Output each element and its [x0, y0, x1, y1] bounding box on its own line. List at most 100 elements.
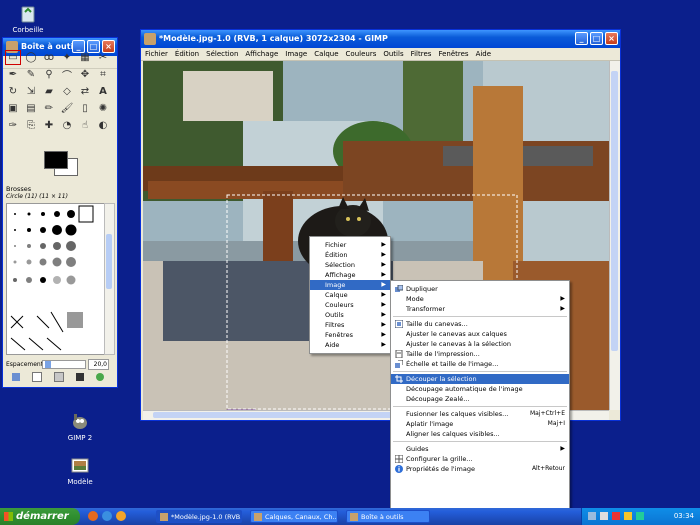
menu-fichier[interactable]: Fichier — [145, 48, 168, 60]
submenu-item-dupliquer[interactable]: Dupliquer — [391, 284, 569, 294]
media-player-icon[interactable] — [116, 511, 126, 521]
context-menu-item-couleurs[interactable]: Couleurs ▶ — [310, 300, 390, 310]
menu-selection[interactable]: Sélection — [206, 48, 238, 60]
edit-brush-icon[interactable] — [12, 373, 20, 381]
desktop-icon-recycle-bin[interactable]: Corbeille — [0, 4, 56, 34]
context-menu-item-affichage[interactable]: Affichage ▶ — [310, 270, 390, 280]
submenu-item-decoupage-zele[interactable]: Découpage Zealé... — [391, 394, 569, 404]
lasso-tool-icon[interactable]: ꝏ — [42, 51, 56, 64]
context-menu-item-outils[interactable]: Outils ▶ — [310, 310, 390, 320]
antivirus-icon[interactable] — [636, 512, 644, 520]
airbrush-tool-icon[interactable]: ✺ — [96, 102, 110, 115]
menu-aide[interactable]: Aide — [476, 48, 491, 60]
submenu-item-aligner[interactable]: Aligner les calques visibles... — [391, 429, 569, 439]
desktop-icon-model[interactable]: Modèle — [52, 456, 108, 486]
context-menu-item-calque[interactable]: Calque ▶ — [310, 290, 390, 300]
brush-scrollbar[interactable] — [104, 203, 115, 355]
rect-select-tool-icon[interactable]: ▭ — [5, 50, 21, 65]
ink-tool-icon[interactable]: ✑ — [6, 119, 20, 132]
context-menu-item-fichier[interactable]: Fichier ▶ — [310, 240, 390, 250]
scale-tool-icon[interactable]: ⇲ — [24, 85, 38, 98]
pencil-tool-icon[interactable]: ✏ — [42, 102, 56, 115]
submenu-item-taille-impression[interactable]: Taille de l'impression... — [391, 349, 569, 359]
duplicate-brush-icon[interactable] — [54, 372, 64, 382]
close-button[interactable]: × — [605, 32, 618, 45]
update-icon[interactable] — [624, 512, 632, 520]
volume-icon[interactable] — [600, 512, 608, 520]
menu-filtres[interactable]: Filtres — [411, 48, 432, 60]
scissors-tool-icon[interactable]: ✂ — [96, 51, 110, 64]
heal-tool-icon[interactable]: ✚ — [42, 119, 56, 132]
refresh-brush-icon[interactable] — [96, 373, 104, 381]
ie-icon[interactable] — [102, 511, 112, 521]
menu-couleurs[interactable]: Couleurs — [346, 48, 377, 60]
new-brush-icon[interactable] — [32, 372, 42, 382]
menu-calque[interactable]: Calque — [314, 48, 338, 60]
submenu-item-ajuster-calques[interactable]: Ajuster le canevas aux calques — [391, 329, 569, 339]
perspective-tool-icon[interactable]: ◇ — [60, 85, 74, 98]
firefox-icon[interactable] — [88, 511, 98, 521]
eraser-tool-icon[interactable]: ▯ — [78, 102, 92, 115]
bucket-fill-tool-icon[interactable]: ▣ — [6, 102, 20, 115]
context-menu-item-edition[interactable]: Édition ▶ — [310, 250, 390, 260]
paintbrush-tool-icon[interactable]: 🖌 — [60, 102, 74, 115]
submenu-item-transformer[interactable]: Transformer ▶ — [391, 304, 569, 314]
spacing-value-input[interactable]: 20,0 — [88, 359, 109, 370]
submenu-item-guides[interactable]: Guides ▶ — [391, 444, 569, 454]
start-button[interactable]: démarrer — [0, 508, 80, 525]
submenu-item-decoupage-auto[interactable]: Découpage automatique de l'image — [391, 384, 569, 394]
shear-tool-icon[interactable]: ▰ — [42, 85, 56, 98]
submenu-item-ajuster-selection[interactable]: Ajuster le canevas à la sélection — [391, 339, 569, 349]
delete-brush-icon[interactable] — [76, 373, 84, 381]
desktop-icon-label: Modèle — [67, 478, 93, 486]
move-tool-icon[interactable]: ✥ — [78, 68, 92, 81]
menu-edition[interactable]: Édition — [175, 48, 199, 60]
dodge-burn-tool-icon[interactable]: ◐ — [96, 119, 110, 132]
menu-affichage[interactable]: Affichage — [245, 48, 278, 60]
submenu-item-aplatir[interactable]: Aplatir l'image Maj+I — [391, 419, 569, 429]
context-menu-item-fenetres[interactable]: Fenêtres ▶ — [310, 330, 390, 340]
smudge-tool-icon[interactable]: ☝ — [78, 119, 92, 132]
menu-outils[interactable]: Outils — [383, 48, 403, 60]
submenu-item-mode[interactable]: Mode ▶ — [391, 294, 569, 304]
clone-tool-icon[interactable]: ⎘ — [24, 119, 38, 132]
menu-separator — [393, 441, 567, 442]
blur-tool-icon[interactable]: ◔ — [60, 119, 74, 132]
taskbar-item-layers[interactable]: Calques, Canaux, Ch... — [250, 510, 338, 523]
context-menu-item-image[interactable]: Image ▶ — [310, 280, 390, 290]
blend-tool-icon[interactable]: ▤ — [24, 102, 38, 115]
context-menu-item-aide[interactable]: Aide ▶ — [310, 340, 390, 350]
submenu-item-decouper-selection[interactable]: Découper la sélection — [391, 374, 569, 384]
submenu-item-grille[interactable]: Configurer la grille... — [391, 454, 569, 464]
clock[interactable]: 03:34 — [674, 508, 694, 525]
spacing-slider[interactable] — [42, 360, 86, 369]
submenu-item-fusionner[interactable]: Fusionner les calques visibles... Maj+Ctr… — [391, 409, 569, 419]
context-menu-item-selection[interactable]: Sélection ▶ — [310, 260, 390, 270]
taskbar-item-gimp-image[interactable]: *Modèle.jpg-1.0 (RVB... — [156, 510, 242, 523]
image-window-titlebar[interactable]: *Modèle.jpg-1.0 (RVB, 1 calque) 3072x230… — [141, 30, 620, 48]
zoom-tool-icon[interactable]: ⚲ — [42, 68, 56, 81]
color-picker-tool-icon[interactable]: ✎ — [24, 68, 38, 81]
crop-tool-icon[interactable]: ⌗ — [96, 68, 110, 81]
security-icon[interactable] — [612, 512, 620, 520]
ellipse-select-tool-icon[interactable]: ◯ — [24, 51, 38, 64]
fuzzy-select-tool-icon[interactable]: ✦ — [60, 51, 74, 64]
context-menu-item-filtres[interactable]: Filtres ▶ — [310, 320, 390, 330]
desktop-icon-gimp[interactable]: GIMP 2 — [52, 412, 108, 442]
maximize-button[interactable]: □ — [590, 32, 603, 45]
submenu-item-taille-canevas[interactable]: Taille du canevas... — [391, 319, 569, 329]
submenu-item-echelle[interactable]: Échelle et taille de l'image... — [391, 359, 569, 369]
menu-image[interactable]: Image — [285, 48, 307, 60]
vertical-scrollbar[interactable] — [609, 61, 620, 410]
text-tool-icon[interactable]: A — [96, 85, 110, 98]
minimize-button[interactable]: _ — [575, 32, 588, 45]
taskbar-item-toolbox[interactable]: Boîte à outils — [346, 510, 430, 523]
measure-tool-icon[interactable]: ⌒ — [60, 68, 74, 82]
menu-fenetres[interactable]: Fenêtres — [438, 48, 468, 60]
flip-tool-icon[interactable]: ⇄ — [78, 85, 92, 98]
paths-tool-icon[interactable]: ✒ — [6, 68, 20, 81]
submenu-item-proprietes[interactable]: Propriétés de l'image Alt+Retour — [391, 464, 569, 474]
rotate-tool-icon[interactable]: ↻ — [6, 85, 20, 98]
color-select-tool-icon[interactable]: ▦ — [78, 51, 92, 64]
network-icon[interactable] — [588, 512, 596, 520]
